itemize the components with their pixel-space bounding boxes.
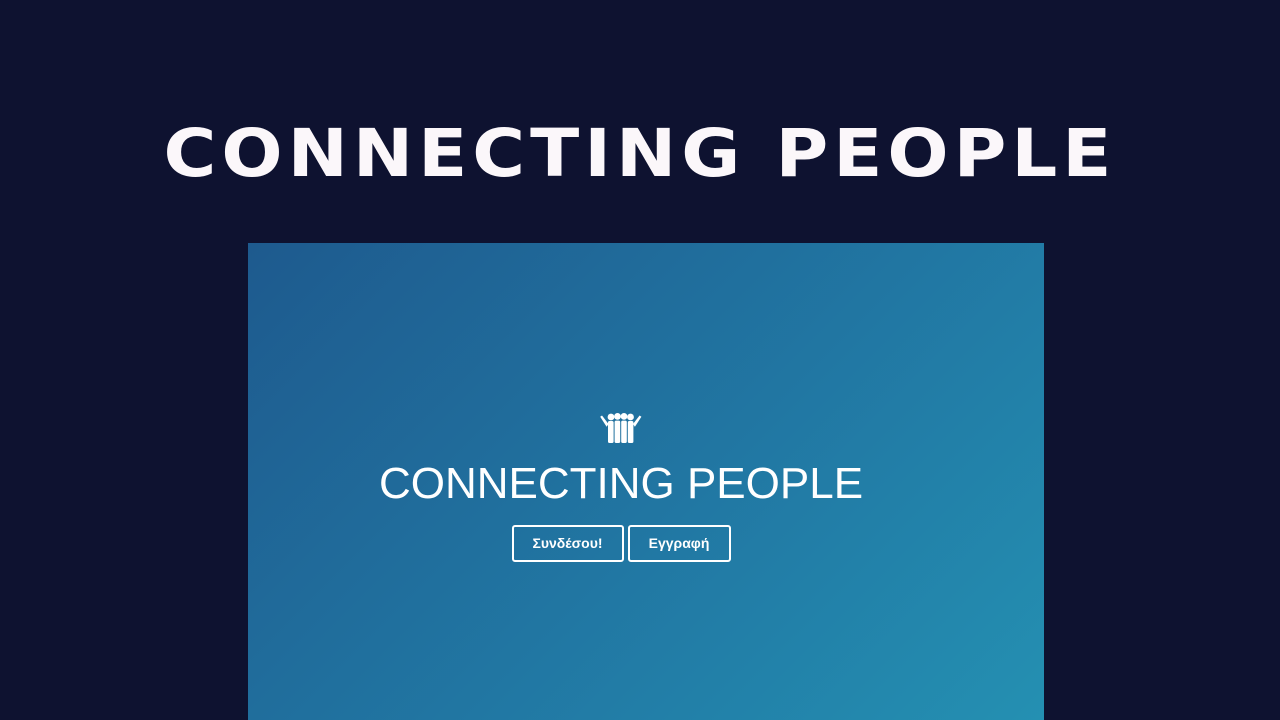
people-group-icon <box>599 411 643 445</box>
register-button[interactable]: Εγγραφή <box>627 525 731 562</box>
page-stage: CONNECTING PEOPLE CONNECTING PEOPLE Συνδ… <box>0 0 1280 720</box>
hero-section: CONNECTING PEOPLE Συνδέσου! Εγγραφή <box>248 411 994 562</box>
banner-title: CONNECTING PEOPLE <box>163 114 1117 192</box>
website-preview: CONNECTING PEOPLE Συνδέσου! Εγγραφή <box>248 243 1044 720</box>
hero-title: CONNECTING PEOPLE <box>378 459 864 508</box>
hero-buttons: Συνδέσου! Εγγραφή <box>248 525 994 562</box>
login-button[interactable]: Συνδέσου! <box>511 525 624 562</box>
